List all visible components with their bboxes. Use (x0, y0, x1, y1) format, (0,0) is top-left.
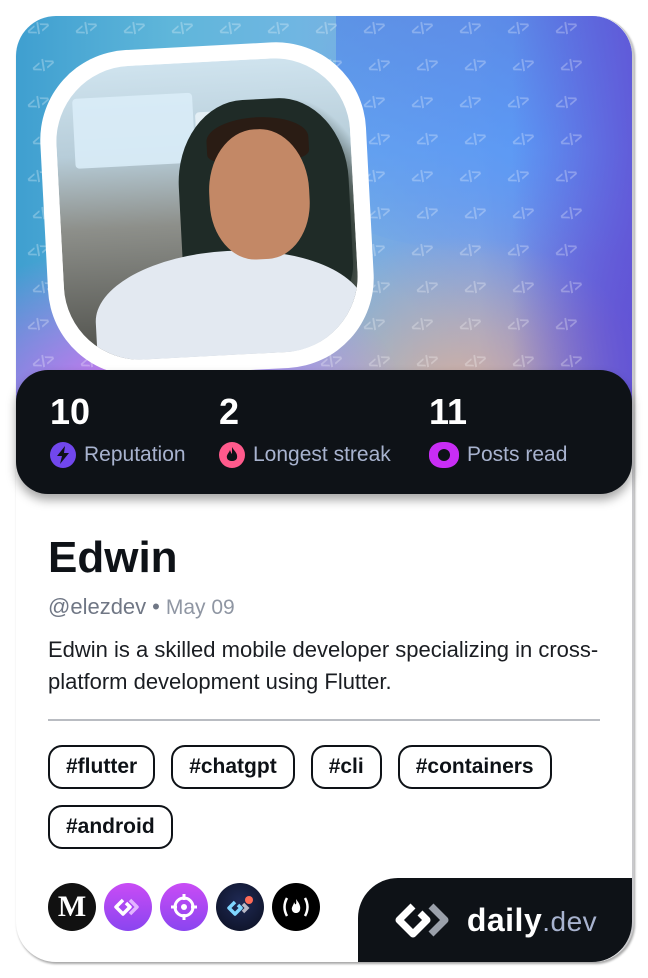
tag-chip[interactable]: #cli (310, 745, 382, 789)
profile-cover: </> </> </> </> </> </> </> </> </> </> </> </> </> <… (16, 16, 632, 406)
stat-label: Reputation (84, 443, 186, 466)
username[interactable]: @elezdev (48, 594, 146, 619)
tag-chip[interactable]: #flutter (48, 745, 156, 789)
divider (48, 719, 600, 721)
dailydev-icon[interactable] (104, 883, 152, 931)
stat-reputation: 10 Reputation (50, 392, 186, 468)
tag-chip[interactable]: #android (48, 805, 173, 849)
stat-value: 2 (219, 391, 240, 432)
dailydev-dark-icon[interactable] (216, 883, 264, 931)
lightning-icon (50, 442, 76, 468)
stats-bar: 10 Reputation 2 Longest streak 11 Posts … (16, 370, 632, 494)
handle-row: @elezdev • May 09 (48, 594, 235, 620)
tag-chip[interactable]: #chatgpt (171, 745, 295, 789)
crosshair-icon[interactable] (160, 883, 208, 931)
tag-chip[interactable]: #containers (397, 745, 552, 789)
stat-value: 11 (429, 391, 468, 432)
tag-list: #flutter #chatgpt #cli #containers #andr… (48, 745, 608, 849)
freecodecamp-icon[interactable] (272, 883, 320, 931)
stat-label: Posts read (467, 443, 568, 466)
flame-icon (219, 442, 245, 468)
stat-longest-streak: 2 Longest streak (219, 392, 391, 468)
avatar[interactable] (52, 54, 362, 364)
joined-date: May 09 (165, 596, 235, 619)
dailydev-logo-icon (395, 903, 449, 938)
stat-posts-read: 11 Posts read (429, 392, 567, 468)
medium-icon[interactable]: M (48, 883, 96, 931)
brand-badge[interactable]: daily.dev (358, 878, 632, 962)
stat-value: 10 (50, 391, 91, 432)
brand-name: daily.dev (466, 901, 598, 938)
separator: • (152, 594, 160, 619)
stat-label: Longest streak (253, 443, 391, 466)
profile-bio: Edwin is a skilled mobile developer spec… (48, 637, 599, 694)
profile-name: Edwin (48, 533, 178, 582)
ring-icon (429, 442, 459, 468)
avatar-frame (35, 37, 379, 381)
source-list: M (48, 883, 320, 931)
